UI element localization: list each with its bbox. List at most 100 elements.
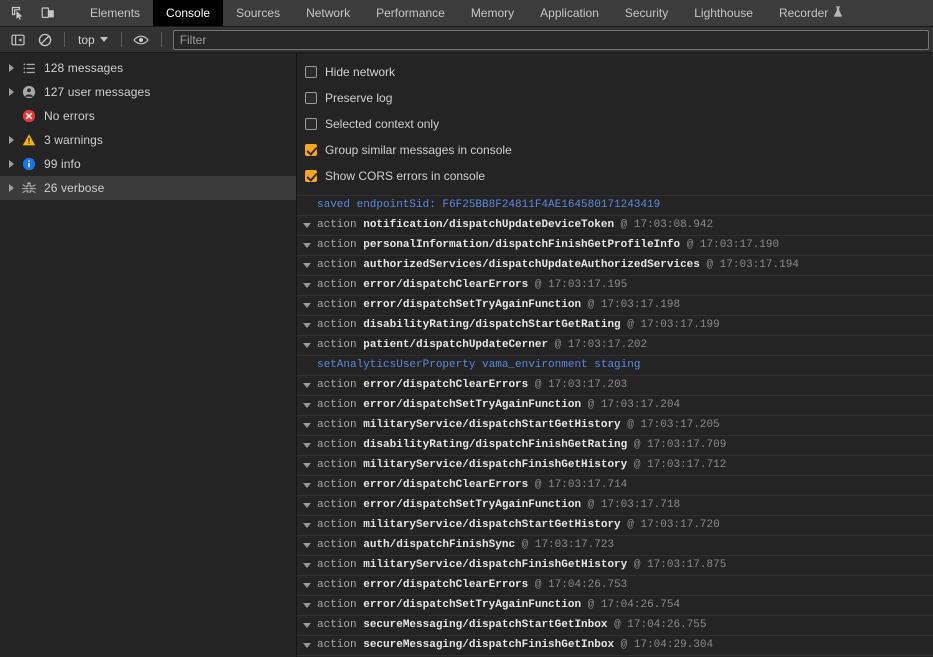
- sidebar-item-user-messages[interactable]: 127 user messages: [0, 80, 296, 104]
- action-timestamp: @ 17:03:17.204: [587, 399, 681, 411]
- console-action-message[interactable]: action secureMessaging/dispatchStartGetI…: [297, 616, 933, 636]
- console-action-message[interactable]: action error/dispatchClearErrors @ 17:03…: [297, 276, 933, 296]
- console-action-message[interactable]: action militaryService/dispatchStartGetH…: [297, 416, 933, 436]
- expand-triangle-icon[interactable]: [4, 133, 18, 147]
- sidebar-item-info[interactable]: 99 info: [0, 152, 296, 176]
- sidebar-item-errors[interactable]: No errors: [0, 104, 296, 128]
- console-sidebar-toggle-icon[interactable]: [5, 29, 30, 50]
- action-name: error/dispatchClearErrors: [363, 579, 529, 591]
- device-toolbar-icon[interactable]: [36, 2, 60, 24]
- expand-triangle-icon[interactable]: [4, 85, 18, 99]
- tab-lighthouse[interactable]: Lighthouse: [681, 0, 766, 26]
- execution-context-selector[interactable]: top: [72, 31, 114, 49]
- expand-triangle-icon[interactable]: [297, 603, 317, 608]
- setting-preserve-log[interactable]: Preserve log: [305, 85, 933, 111]
- console-action-message[interactable]: action error/dispatchClearErrors @ 17:03…: [297, 476, 933, 496]
- tab-elements[interactable]: Elements: [77, 0, 153, 26]
- setting-group-similar[interactable]: Group similar messages in console: [305, 137, 933, 163]
- filter-input[interactable]: [172, 29, 929, 50]
- expand-triangle-icon[interactable]: [297, 223, 317, 228]
- console-action-message[interactable]: action notification/dispatchUpdateDevice…: [297, 216, 933, 236]
- expand-triangle-icon[interactable]: [297, 583, 317, 588]
- console-action-message[interactable]: action error/dispatchSetTryAgainFunction…: [297, 296, 933, 316]
- expand-triangle-icon[interactable]: [297, 243, 317, 248]
- console-action-message[interactable]: action militaryService/dispatchFinishGet…: [297, 556, 933, 576]
- expand-triangle-icon[interactable]: [4, 157, 18, 171]
- expand-triangle-icon[interactable]: [297, 323, 317, 328]
- action-keyword: action: [317, 599, 357, 611]
- expand-triangle-icon[interactable]: [297, 303, 317, 308]
- console-action-message[interactable]: action disabilityRating/dispatchStartGet…: [297, 316, 933, 336]
- expand-triangle-icon[interactable]: [297, 263, 317, 268]
- sidebar-item-verbose[interactable]: 26 verbose: [0, 176, 296, 200]
- console-action-message[interactable]: action authorizedServices/dispatchUpdate…: [297, 256, 933, 276]
- expand-triangle-icon[interactable]: [297, 523, 317, 528]
- expand-triangle-icon[interactable]: [297, 463, 317, 468]
- console-action-message[interactable]: action personalInformation/dispatchFinis…: [297, 236, 933, 256]
- action-name: notification/dispatchUpdateDeviceToken: [363, 219, 615, 231]
- expand-triangle-icon[interactable]: [297, 283, 317, 288]
- preserve-log-checkbox[interactable]: [305, 92, 317, 104]
- expand-triangle-icon[interactable]: [297, 383, 317, 388]
- expand-triangle-icon[interactable]: [297, 643, 317, 648]
- sidebar-item-messages[interactable]: 128 messages: [0, 56, 296, 80]
- expand-triangle-icon[interactable]: [4, 181, 18, 195]
- hide-network-checkbox[interactable]: [305, 66, 317, 78]
- console-action-message[interactable]: action secureMessaging/dispatchFinishGet…: [297, 636, 933, 656]
- console-action-message[interactable]: action militaryService/dispatchFinishGet…: [297, 456, 933, 476]
- expand-triangle-icon[interactable]: [297, 503, 317, 508]
- tab-performance[interactable]: Performance: [363, 0, 458, 26]
- tab-memory[interactable]: Memory: [458, 0, 527, 26]
- action-name: secureMessaging/dispatchStartGetInbox: [363, 619, 608, 631]
- group-similar-checkbox[interactable]: [305, 144, 317, 156]
- tab-console[interactable]: Console: [153, 0, 224, 26]
- expand-triangle-icon[interactable]: [297, 343, 317, 348]
- setting-selected-context-only[interactable]: Selected context only: [305, 111, 933, 137]
- expand-triangle-icon[interactable]: [4, 61, 18, 75]
- error-icon: [18, 109, 40, 123]
- tab-recorder[interactable]: Recorder: [766, 0, 856, 26]
- tab-network[interactable]: Network: [293, 0, 363, 26]
- tab-security[interactable]: Security: [612, 0, 681, 26]
- setting-show-cors-errors[interactable]: Show CORS errors in console: [305, 163, 933, 189]
- console-action-message[interactable]: action error/dispatchSetTryAgainFunction…: [297, 396, 933, 416]
- console-message-text: action disabilityRating/dispatchFinishGe…: [317, 437, 933, 454]
- tab-application[interactable]: Application: [527, 0, 612, 26]
- action-name: error/dispatchClearErrors: [363, 479, 529, 491]
- expand-triangle-icon[interactable]: [297, 543, 317, 548]
- console-settings-pane: Hide network Preserve log Selected conte…: [297, 53, 933, 196]
- expand-triangle-icon[interactable]: [297, 403, 317, 408]
- expand-triangle-icon[interactable]: [297, 443, 317, 448]
- console-verbose-message[interactable]: saved endpointSid: F6F25BB8F24811F4AE164…: [297, 196, 933, 216]
- expand-triangle-icon[interactable]: [297, 623, 317, 628]
- inspect-element-icon[interactable]: [6, 2, 30, 24]
- show-cors-errors-checkbox[interactable]: [305, 170, 317, 182]
- console-message-text: action notification/dispatchUpdateDevice…: [317, 217, 933, 234]
- action-keyword: action: [317, 619, 357, 631]
- console-action-message[interactable]: action error/dispatchSetTryAgainFunction…: [297, 496, 933, 516]
- action-keyword: action: [317, 499, 357, 511]
- action-timestamp: @ 17:03:17.718: [587, 499, 681, 511]
- console-action-message[interactable]: action militaryService/dispatchStartGetH…: [297, 516, 933, 536]
- console-message-text: action authorizedServices/dispatchUpdate…: [317, 257, 933, 274]
- toolbar-divider-1: [64, 32, 65, 47]
- console-action-message[interactable]: action auth/dispatchFinishSync @ 17:03:1…: [297, 536, 933, 556]
- setting-hide-network[interactable]: Hide network: [305, 59, 933, 85]
- console-action-message[interactable]: action disabilityRating/dispatchFinishGe…: [297, 436, 933, 456]
- expand-triangle-icon[interactable]: [297, 483, 317, 488]
- expand-triangle-icon[interactable]: [297, 423, 317, 428]
- action-name: error/dispatchClearErrors: [363, 379, 529, 391]
- action-name: error/dispatchSetTryAgainFunction: [363, 299, 582, 311]
- console-action-message[interactable]: action error/dispatchClearErrors @ 17:03…: [297, 376, 933, 396]
- sidebar-item-warnings[interactable]: 3 warnings: [0, 128, 296, 152]
- expand-triangle-icon[interactable]: [297, 563, 317, 568]
- console-action-message[interactable]: action error/dispatchClearErrors @ 17:04…: [297, 576, 933, 596]
- tab-sources[interactable]: Sources: [223, 0, 293, 26]
- console-action-message[interactable]: action error/dispatchSetTryAgainFunction…: [297, 596, 933, 616]
- console-action-message[interactable]: action patient/dispatchUpdateCerner @ 17…: [297, 336, 933, 356]
- console-verbose-message[interactable]: setAnalyticsUserProperty vama_environmen…: [297, 356, 933, 376]
- clear-console-icon[interactable]: [32, 29, 57, 50]
- create-live-expression-eye-icon[interactable]: [129, 29, 154, 50]
- selected-context-only-checkbox[interactable]: [305, 118, 317, 130]
- action-timestamp: @ 17:03:17.199: [627, 319, 720, 331]
